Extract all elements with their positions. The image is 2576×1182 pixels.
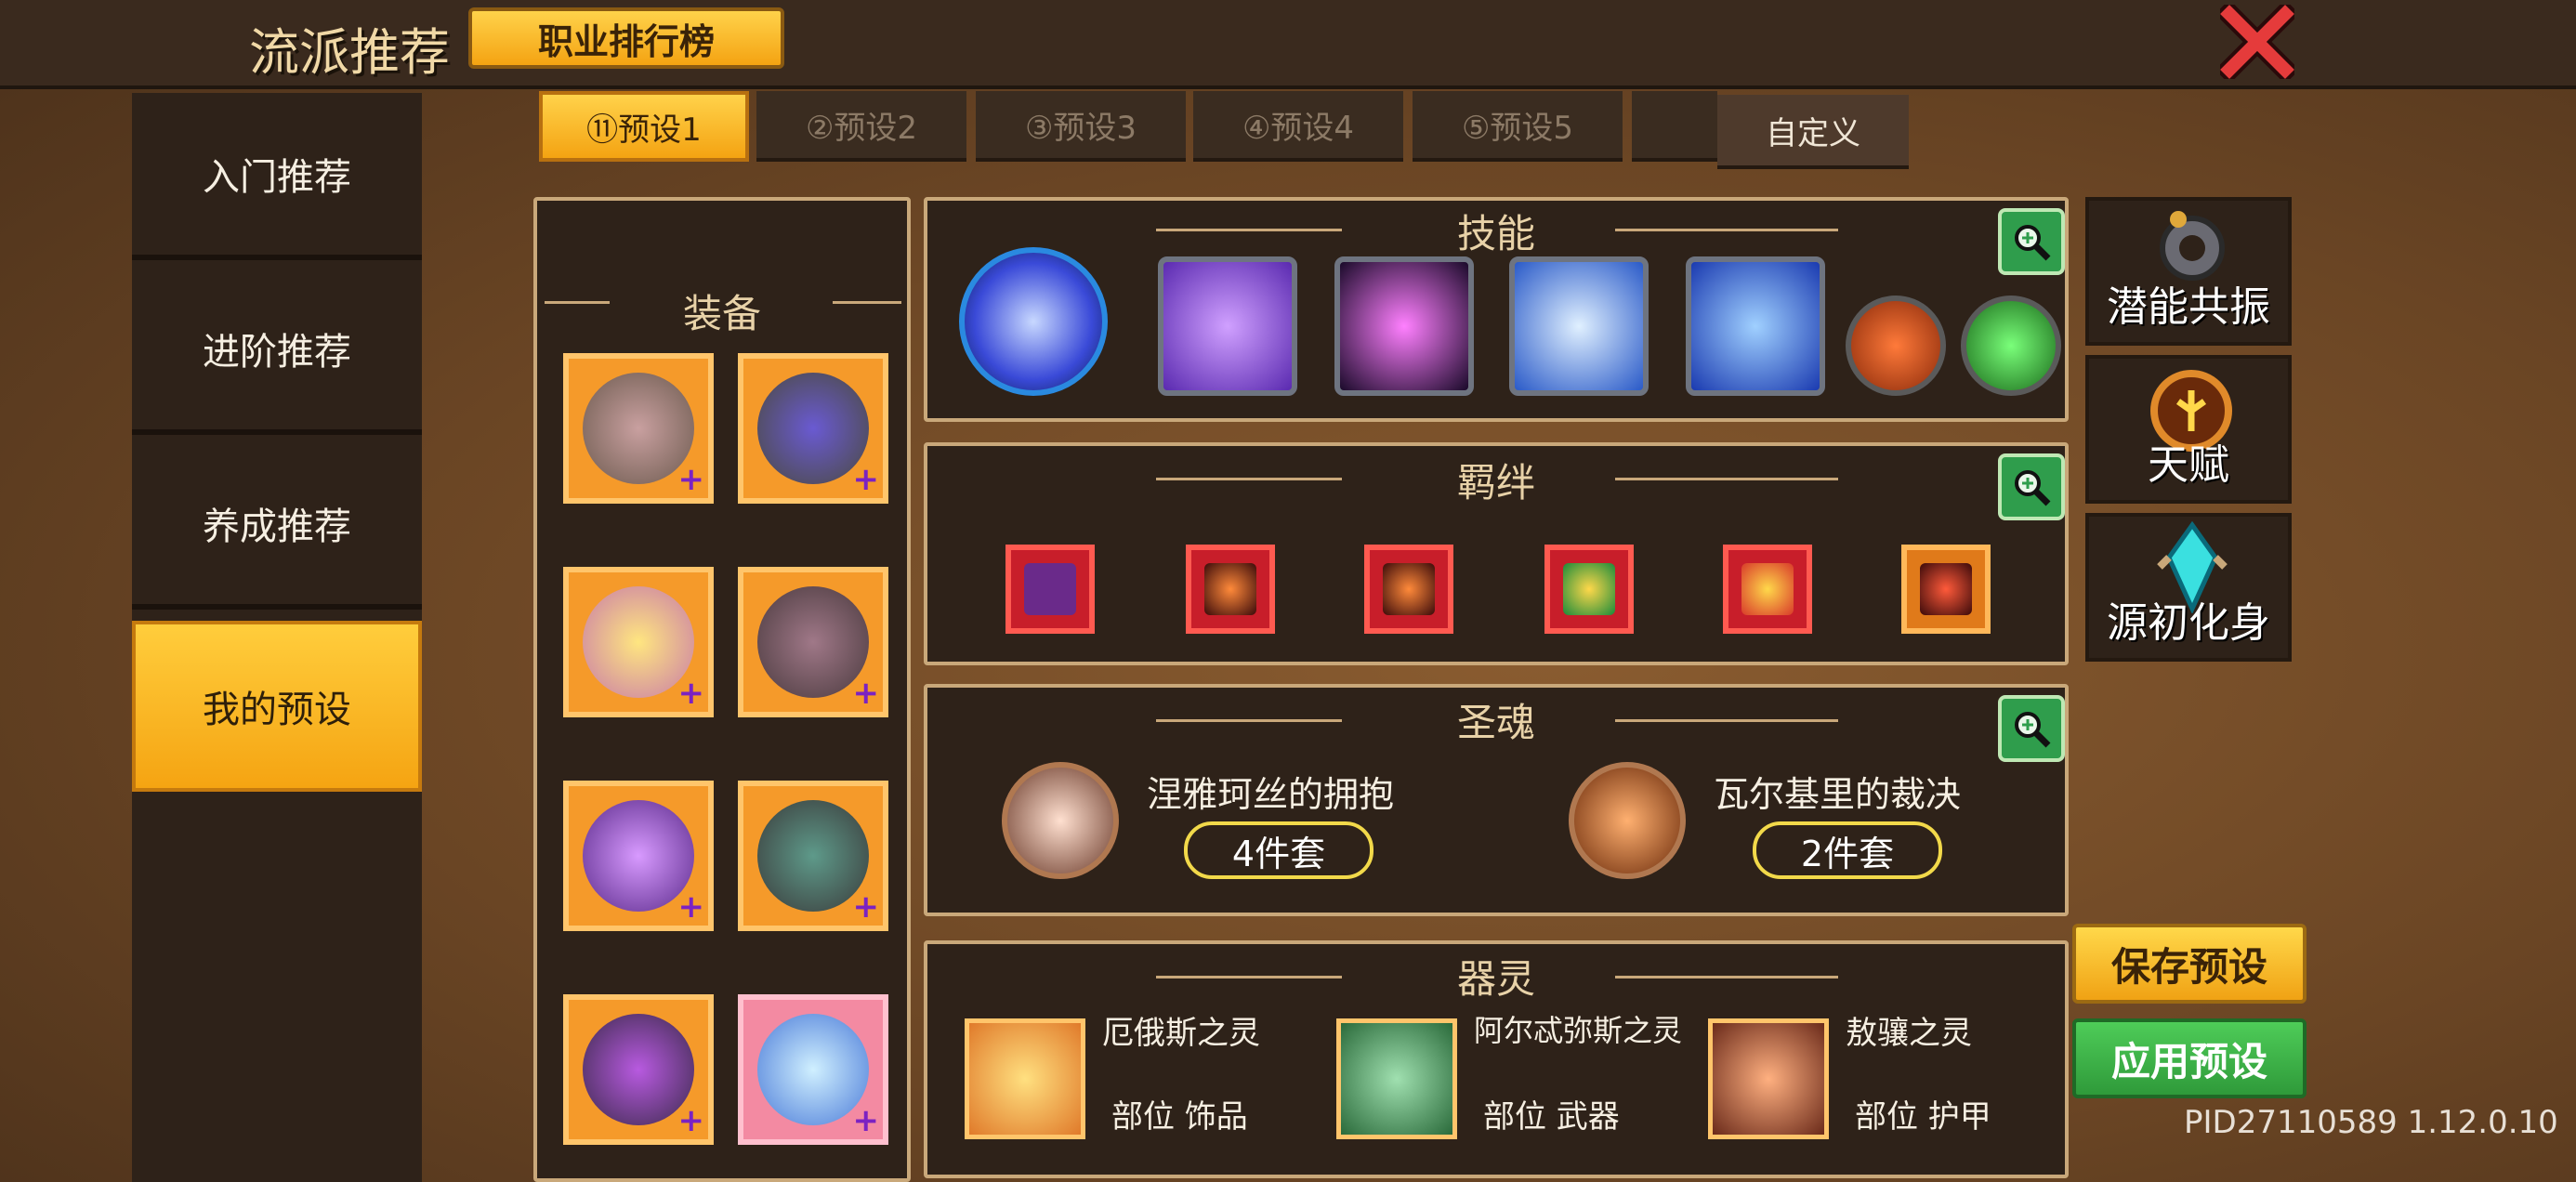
equipment-panel: 装备 + + + + + + + + <box>533 197 911 1182</box>
set-count-badge: 2件套 <box>1753 821 1942 879</box>
equipment-slot[interactable]: + <box>563 781 714 931</box>
equipment-slot[interactable]: + <box>563 567 714 717</box>
skill-slot[interactable] <box>1686 256 1825 396</box>
sidebar-item-growth[interactable]: 养成推荐 <box>132 442 422 610</box>
spirit-part: 部位 护甲 <box>1855 1098 1991 1136</box>
equipment-slot[interactable]: + <box>563 353 714 504</box>
skills-title: 技能 <box>1456 211 1535 256</box>
magnifier-icon <box>2015 712 2051 748</box>
holy-soul-title: 圣魂 <box>1456 700 1535 745</box>
primal-avatar-button[interactable]: 源初化身 <box>2085 513 2292 662</box>
spirit-portrait[interactable] <box>965 1018 1085 1139</box>
holy-soul-name: 瓦尔基里的裁决 <box>1714 774 1962 815</box>
plus-icon: + <box>677 675 705 712</box>
plus-icon: + <box>677 888 705 926</box>
plus-icon: + <box>852 888 880 926</box>
tab-preset-1[interactable]: ⑪预设1 <box>539 91 749 162</box>
bond-icon[interactable] <box>1544 545 1634 634</box>
sidebar: 入门推荐 进阶推荐 养成推荐 我的预设 <box>132 93 422 1182</box>
bonds-panel: 羁绊 <box>924 442 2069 665</box>
potential-resonance-button[interactable]: 潜能共振 <box>2085 197 2292 346</box>
close-icon <box>2220 5 2294 79</box>
heart-skill-icon[interactable] <box>1961 296 2061 396</box>
spirit-part: 部位 饰品 <box>1111 1098 1248 1136</box>
spirit-portrait[interactable] <box>1336 1018 1457 1139</box>
plus-icon: + <box>852 675 880 712</box>
ultimate-skill-icon[interactable] <box>959 247 1108 396</box>
set-count-badge: 4件套 <box>1184 821 1373 879</box>
skill-slot[interactable] <box>1158 256 1297 396</box>
sidebar-item-my-presets[interactable]: 我的预设 <box>132 621 422 792</box>
sidebar-item-beginner[interactable]: 入门推荐 <box>132 93 422 260</box>
plus-icon: + <box>677 461 705 498</box>
bond-icon[interactable] <box>1186 545 1275 634</box>
equipment-slot[interactable]: + <box>738 353 888 504</box>
talent-label: 天赋 <box>2148 441 2229 489</box>
skill-slot[interactable] <box>1334 256 1474 396</box>
holy-soul-panel: 圣魂 涅雅珂丝的拥抱 4件套 瓦尔基里的裁决 2件套 <box>924 684 2069 916</box>
version-text: PID27110589 1.12.0.10 <box>2184 1104 2558 1141</box>
bond-icon[interactable] <box>1364 545 1453 634</box>
spirits-panel: 器灵 厄俄斯之灵 部位 饰品 阿尔忒弥斯之灵 部位 武器 敖骧之灵 部位 护甲 <box>924 940 2069 1178</box>
plus-icon: + <box>852 1102 880 1139</box>
sidebar-item-advanced[interactable]: 进阶推荐 <box>132 268 422 435</box>
plus-icon: + <box>852 461 880 498</box>
skill-slot[interactable] <box>1509 256 1649 396</box>
spirit-portrait[interactable] <box>1708 1018 1829 1139</box>
bond-icon[interactable] <box>1723 545 1812 634</box>
magnifier-icon <box>2015 470 2051 506</box>
tab-preset-3[interactable]: ③预设3 <box>976 91 1186 162</box>
potential-resonance-label: 潜能共振 <box>2107 283 2270 331</box>
close-button[interactable] <box>2215 0 2299 84</box>
bonds-title: 羁绊 <box>1456 460 1535 506</box>
zoom-button[interactable] <box>1998 453 2065 520</box>
page-title: 流派推荐 <box>249 23 450 82</box>
tab-custom[interactable]: 自定义 <box>1717 95 1909 169</box>
zoom-button[interactable] <box>1998 695 2065 762</box>
spirit-name: 厄俄斯之灵 <box>1102 1015 1260 1052</box>
bond-icon[interactable] <box>1901 545 1991 634</box>
tab-preset-2[interactable]: ②预设2 <box>756 91 966 162</box>
equipment-slot[interactable]: + <box>738 994 888 1145</box>
equipment-slot[interactable]: + <box>738 781 888 931</box>
primal-avatar-label: 源初化身 <box>2107 599 2270 647</box>
zoom-button[interactable] <box>1998 208 2065 275</box>
skills-panel: 技能 <box>924 197 2069 422</box>
spirits-title: 器灵 <box>1456 956 1535 1002</box>
plus-icon: + <box>677 1102 705 1139</box>
holy-soul-portrait[interactable] <box>1569 762 1686 879</box>
talent-button[interactable]: 天赋 <box>2085 355 2292 504</box>
equipment-slot[interactable]: + <box>738 567 888 717</box>
spirit-part: 部位 武器 <box>1483 1098 1620 1136</box>
spirit-name: 敖骧之灵 <box>1846 1015 1972 1052</box>
holy-soul-portrait[interactable] <box>1002 762 1119 879</box>
passive-skill-icon[interactable] <box>1846 296 1946 396</box>
tab-preset-4[interactable]: ④预设4 <box>1193 91 1403 162</box>
save-preset-button[interactable]: 保存预设 <box>2072 924 2307 1004</box>
spirit-name: 阿尔忒弥斯之灵 <box>1474 1013 1683 1048</box>
tab-blank <box>1632 91 1717 162</box>
rank-list-button[interactable]: 职业排行榜 <box>468 7 784 69</box>
tab-preset-5[interactable]: ⑤预设5 <box>1413 91 1623 162</box>
holy-soul-name: 涅雅珂丝的拥抱 <box>1147 774 1395 815</box>
apply-preset-button[interactable]: 应用预设 <box>2072 1018 2307 1098</box>
magnifier-icon <box>2015 225 2051 261</box>
equipment-slot[interactable]: + <box>563 994 714 1145</box>
bond-icon[interactable] <box>1005 545 1095 634</box>
equipment-title: 装备 <box>682 291 761 336</box>
